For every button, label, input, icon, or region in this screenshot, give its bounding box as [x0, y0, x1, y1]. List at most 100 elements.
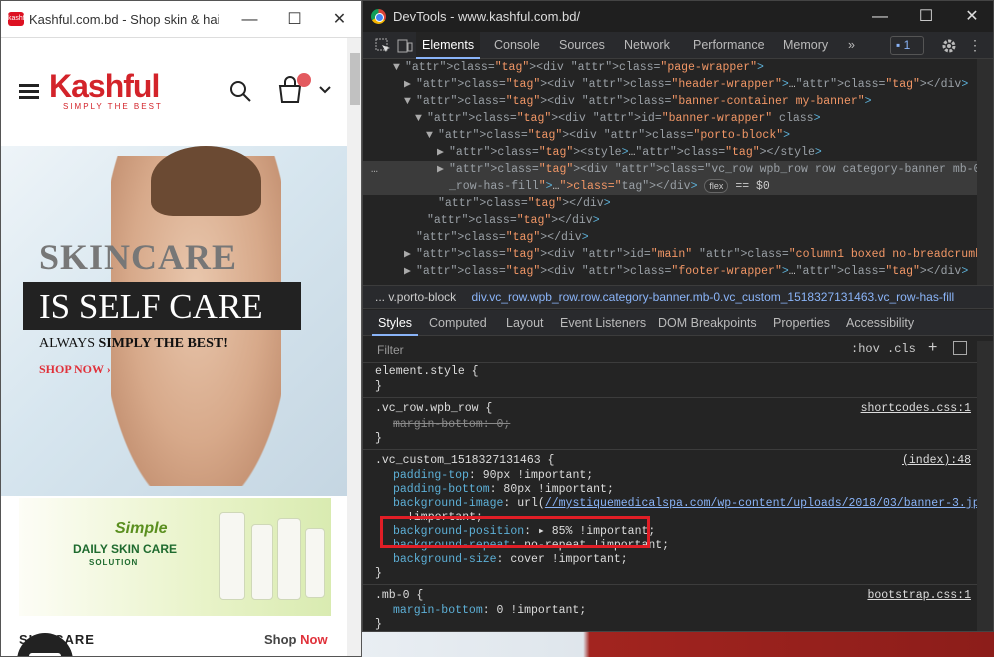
tab-event-listeners[interactable]: Event Listeners [554, 310, 652, 336]
element-style-selector: element.style { [375, 365, 479, 378]
page-scrollbar[interactable] [347, 38, 361, 656]
rule-close: } [375, 380, 382, 393]
tab-sources[interactable]: Sources [553, 32, 611, 59]
breadcrumb-item-selected[interactable]: div.vc_row.wpb_row.row.category-banner.m… [459, 290, 954, 304]
tab-properties[interactable]: Properties [767, 310, 836, 336]
styles-scrollbar[interactable] [977, 341, 993, 631]
dom-node-line[interactable]: ▼ "attr">class="tag"><div "attr">class="b… [363, 93, 977, 110]
rule-close: } [375, 432, 382, 445]
devtools-minimize-button[interactable]: — [857, 1, 903, 32]
dom-node-line[interactable]: ▶ "attr">class="tag"><div "attr">class="f… [363, 263, 977, 280]
hov-cls-toggles[interactable]: :hov .cls [851, 342, 916, 356]
simple-promo-banner[interactable]: Simple DAILY SKIN CARE SOLUTION [19, 498, 331, 616]
rule-source-link[interactable]: shortcodes.css:1 [861, 402, 971, 415]
chat-bubble-icon [29, 653, 61, 656]
tab-elements[interactable]: Elements [416, 32, 481, 59]
chevron-down-icon[interactable] [319, 86, 331, 94]
css-declaration[interactable]: margin-bottom: 0 !important; [393, 604, 586, 618]
elements-dom-tree: ▼ "attr">class="tag"><div "attr">class="p… [363, 59, 993, 285]
rule-selector: .mb-0 { [375, 589, 424, 602]
dom-node-line[interactable]: ▼ "attr">class="tag"><div "attr">class="p… [363, 59, 977, 76]
tab-computed[interactable]: Computed [423, 310, 493, 336]
product-bottle-image [277, 518, 301, 600]
css-declaration[interactable]: padding-bottom: 80px !important; [393, 483, 614, 497]
chat-button[interactable] [17, 633, 73, 656]
rule-source-link[interactable]: bootstrap.css:1 [867, 589, 971, 602]
css-declaration-overridden[interactable]: margin-bottom: 0; [393, 418, 510, 432]
dom-node-markup: "attr">class [449, 146, 532, 159]
promo-brand: Simple [115, 520, 168, 537]
dom-node-line[interactable]: ▶ "attr">class="tag"><style>…"attr">class… [363, 144, 977, 161]
dom-node-line[interactable]: _row-has-fill">…">class="tag"></div> fle… [363, 178, 977, 195]
background-image-url-link[interactable]: //mystiquemedicalspa.com/wp-content/uplo… [545, 497, 977, 510]
toggle-sidebar-icon[interactable] [953, 341, 967, 355]
gear-icon[interactable] [941, 38, 957, 54]
tab-styles[interactable]: Styles [372, 310, 419, 336]
devtools-close-button[interactable]: ✕ [949, 1, 993, 32]
website-viewport: Kashful SIMPLY THE BEST SKINCARE IS SELF… [1, 38, 347, 656]
tab-title[interactable]: Kashful.com.bd - Shop skin & hair... [29, 12, 219, 27]
tab-layout[interactable]: Layout [500, 310, 550, 336]
breadcrumb-item[interactable]: ... v.porto-block [363, 290, 456, 304]
devtools-window: DevTools - www.kashful.com.bd/ — ☐ ✕ Ele… [362, 0, 994, 632]
tab-memory[interactable]: Memory [777, 32, 834, 59]
page-scrollbar-thumb[interactable] [350, 53, 360, 105]
cart-icon[interactable] [277, 72, 313, 106]
tab-accessibility[interactable]: Accessibility [840, 310, 920, 336]
device-toolbar-icon[interactable] [397, 38, 413, 54]
rule-selector: .vc_row.wpb_row { [375, 402, 493, 415]
dom-node-line[interactable]: "attr">class="tag"></div> [363, 212, 977, 229]
tab-performance[interactable]: Performance [687, 32, 771, 59]
dom-node-line[interactable]: "attr">class="tag"></div> [363, 195, 977, 212]
promo-title: DAILY SKIN CARE [73, 542, 178, 556]
tab-dom-breakpoints[interactable]: DOM Breakpoints [652, 310, 763, 336]
dom-node-line[interactable]: ▶ "attr">class="tag"><div "attr">id="main… [363, 246, 993, 263]
site-logo[interactable]: Kashful [49, 68, 160, 105]
devtools-title: DevTools - www.kashful.com.bd/ [393, 9, 581, 24]
dom-node-line[interactable]: ▼ "attr">class="tag"><div "attr">id="bann… [363, 110, 977, 127]
product-bottle-image [219, 512, 245, 600]
rule-source-link[interactable]: (index):48 [902, 454, 971, 467]
devtools-titlebar: DevTools - www.kashful.com.bd/ — ☐ ✕ [363, 1, 993, 32]
flex-badge[interactable]: flex [704, 179, 729, 193]
hamburger-menu-icon[interactable] [19, 84, 39, 100]
devtools-maximize-button[interactable]: ☐ [903, 1, 949, 32]
minimize-button[interactable]: — [227, 1, 272, 38]
css-declaration[interactable]: background-image: url(//mystiquemedicals… [393, 497, 977, 511]
dom-breadcrumb: ... v.porto-block div.vc_row.wpb_row.row… [363, 285, 993, 309]
rule-close: } [375, 567, 382, 580]
styles-filter-bar: Filter :hov .cls + [363, 337, 993, 363]
tab-network[interactable]: Network [618, 32, 676, 59]
issues-badge[interactable]: ▪ 1 [890, 36, 924, 55]
browser-titlebar: kashful Kashful.com.bd - Shop skin & hai… [1, 1, 361, 38]
dom-node-markup: "attr">class [438, 197, 521, 210]
background-page-strip [362, 632, 994, 657]
styles-filter-input[interactable]: Filter [377, 343, 404, 357]
more-tabs-button[interactable]: » [842, 32, 861, 59]
dom-node-markup: "attr">class [449, 163, 532, 176]
search-icon[interactable] [229, 80, 251, 102]
node-actions-ellipsis[interactable]: … [371, 161, 378, 178]
dom-node-line[interactable]: ▶ "attr">class="tag"><div "attr">class="h… [363, 76, 977, 93]
tab-console[interactable]: Console [488, 32, 546, 59]
close-button[interactable]: ✕ [317, 1, 361, 38]
maximize-button[interactable]: ☐ [272, 1, 317, 38]
shop-now-link[interactable]: SHOP NOW › [39, 362, 111, 377]
hero-banner[interactable]: SKINCARE IS SELF CARE ALWAYS SIMPLY THE … [1, 146, 347, 496]
kebab-menu-icon[interactable]: ⋮ [968, 37, 982, 54]
dom-node-line[interactable]: ▶ "attr">class="tag"><div "attr">class="v… [363, 161, 993, 178]
dom-node-line[interactable]: "attr">class="tag"></div> [363, 229, 977, 246]
product-bottle-image [251, 524, 273, 600]
dom-node-markup: "attr">class [416, 231, 499, 244]
add-rule-icon[interactable]: + [928, 339, 937, 357]
highlight-annotation-box [380, 516, 650, 548]
elements-scrollbar[interactable] [977, 59, 993, 285]
inspect-element-icon[interactable] [375, 38, 391, 54]
shop-now-section-link[interactable]: Shop Now [264, 632, 328, 647]
css-declaration[interactable]: background-size: cover !important; [393, 553, 628, 567]
styles-pane: element.style { } .vc_row.wpb_row { shor… [363, 363, 977, 631]
hero-hair-shape [151, 146, 261, 216]
dom-node-line[interactable]: ▼ "attr">class="tag"><div "attr">class="p… [363, 127, 977, 144]
css-declaration[interactable]: padding-top: 90px !important; [393, 469, 593, 483]
hero-tagline: ALWAYS SIMPLY THE BEST! [39, 336, 228, 351]
